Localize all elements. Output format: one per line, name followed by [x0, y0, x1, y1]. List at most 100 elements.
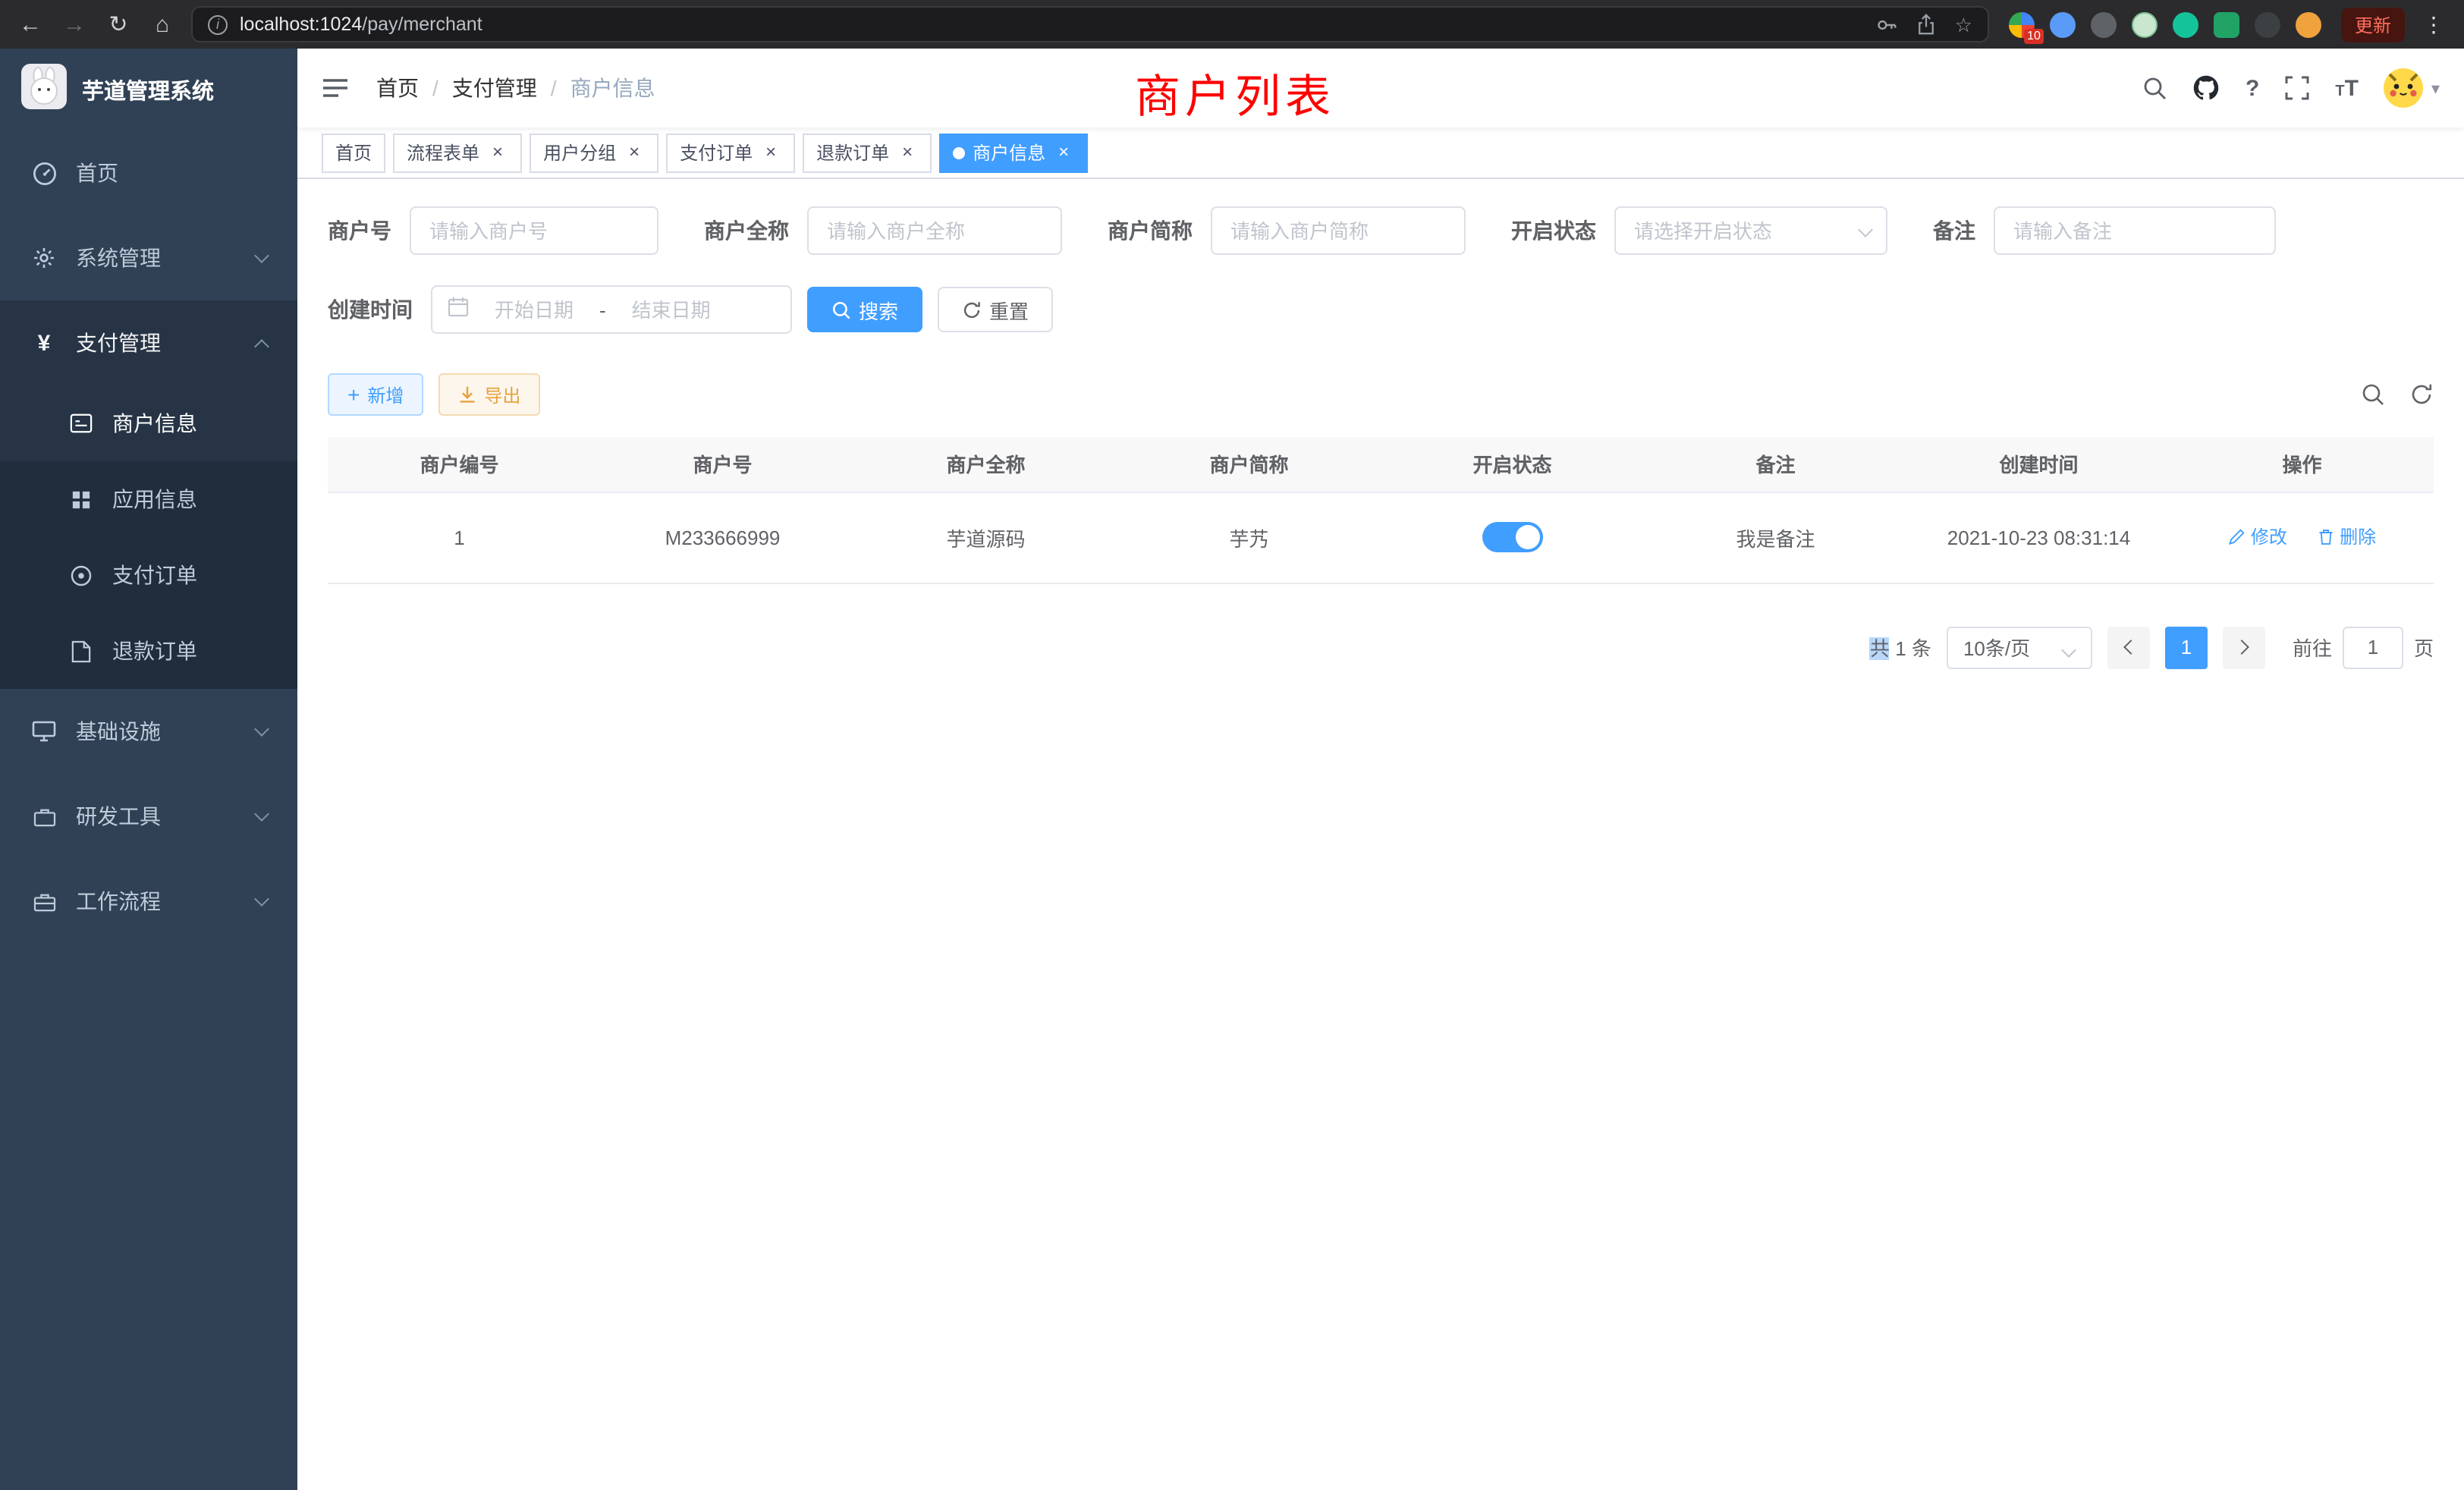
reset-button[interactable]: 重置: [938, 287, 1053, 332]
close-icon[interactable]: ×: [1053, 142, 1074, 163]
status-select[interactable]: [1614, 206, 1887, 255]
forward-icon[interactable]: →: [59, 13, 90, 36]
user-avatar[interactable]: ▾: [2384, 68, 2440, 108]
font-size-icon[interactable]: TT: [2335, 77, 2359, 99]
sidebar-item-label: 系统管理: [76, 243, 161, 273]
cell-actions: 修改 删除: [2170, 492, 2434, 583]
share-icon[interactable]: [1917, 14, 1937, 35]
help-icon[interactable]: ?: [2246, 75, 2259, 101]
extension-avatar-icon[interactable]: [2132, 11, 2158, 37]
filter-create-time: 创建时间 -: [328, 285, 792, 334]
password-key-icon[interactable]: [1876, 13, 1899, 36]
table-header-row: 商户编号 商户号 商户全称 商户简称 开启状态 备注 创建时间 操作: [328, 437, 2434, 492]
merchant-name-input[interactable]: [807, 206, 1062, 255]
close-icon[interactable]: ×: [760, 142, 781, 163]
cell-status: [1381, 492, 1644, 583]
cell-remark: 我是备注: [1644, 492, 1907, 583]
address-bar[interactable]: i localhost:1024/pay/merchant ☆: [191, 6, 1989, 42]
status-switch[interactable]: [1482, 522, 1543, 552]
calendar-icon: [448, 295, 469, 324]
goto-page-input[interactable]: [2343, 626, 2403, 668]
circle-dot-icon: [67, 564, 94, 586]
navbar: 首页 / 支付管理 / 商户信息 商户列表 ?: [297, 49, 2464, 127]
extension-blue-icon[interactable]: [2050, 11, 2076, 37]
breadcrumb-separator: /: [551, 76, 557, 100]
merchant-no-input[interactable]: [410, 206, 658, 255]
github-icon[interactable]: [2192, 74, 2220, 102]
delete-link[interactable]: 删除: [2317, 524, 2376, 550]
edit-link[interactable]: 修改: [2228, 524, 2287, 550]
bookmark-star-icon[interactable]: ☆: [1955, 14, 1972, 34]
gear-icon: [30, 246, 58, 270]
tab-user-group[interactable]: 用户分组 ×: [530, 133, 658, 172]
sidebar-item-label: 支付订单: [112, 560, 197, 590]
search-icon[interactable]: [2142, 76, 2167, 100]
page-unit-label: 页: [2414, 633, 2434, 662]
toggle-search-icon[interactable]: [2361, 382, 2385, 407]
sidebar-item-workflow[interactable]: 工作流程: [0, 859, 297, 944]
remark-input[interactable]: [1994, 206, 2276, 255]
extension-gray-icon[interactable]: [2091, 11, 2117, 37]
end-date-input[interactable]: [615, 298, 728, 321]
column-header: 开启状态: [1381, 437, 1644, 492]
home-icon[interactable]: ⌂: [147, 13, 178, 36]
tab-pay-order[interactable]: 支付订单 ×: [666, 133, 795, 172]
add-button[interactable]: + 新增: [328, 373, 423, 416]
browser-menu-icon[interactable]: ⋮: [2418, 11, 2449, 37]
extension-notes-icon[interactable]: [2214, 11, 2239, 37]
date-range-picker[interactable]: -: [431, 285, 792, 334]
close-icon[interactable]: ×: [624, 142, 645, 163]
close-icon[interactable]: ×: [487, 142, 508, 163]
sidebar-item-refund-order[interactable]: 退款订单: [0, 613, 297, 689]
breadcrumb-item[interactable]: 首页: [376, 73, 419, 103]
breadcrumb-item[interactable]: 支付管理: [452, 73, 537, 103]
sidebar: 芋道管理系统 首页 系统管理 ¥ 支付管理: [0, 49, 297, 1490]
sidebar-item-home[interactable]: 首页: [0, 130, 297, 215]
sidebar-item-devtools[interactable]: 研发工具: [0, 774, 297, 859]
dashboard-icon: [30, 160, 58, 186]
sidebar-item-pay-order[interactable]: 支付订单: [0, 537, 297, 613]
tab-refund-order[interactable]: 退款订单 ×: [803, 133, 932, 172]
page-size-select[interactable]: 10条/页: [1947, 626, 2092, 668]
tab-home[interactable]: 首页: [322, 133, 385, 172]
next-page-button[interactable]: [2223, 626, 2265, 668]
tab-process-form[interactable]: 流程表单 ×: [393, 133, 522, 172]
short-name-input[interactable]: [1211, 206, 1466, 255]
monitor-icon: [30, 721, 58, 742]
back-icon[interactable]: ←: [15, 13, 46, 36]
browser-update-button[interactable]: 更新: [2341, 7, 2405, 42]
app-logo[interactable]: 芋道管理系统: [0, 49, 297, 130]
sidebar-item-payment[interactable]: ¥ 支付管理: [0, 300, 297, 385]
status-select-input[interactable]: [1614, 206, 1887, 255]
sidebar-item-app-info[interactable]: 应用信息: [0, 461, 297, 537]
refresh-icon[interactable]: [2409, 382, 2434, 407]
extension-colorful-icon[interactable]: 10: [2009, 11, 2035, 37]
chevron-down-icon: [2061, 642, 2076, 657]
column-header: 操作: [2170, 437, 2434, 492]
site-info-icon[interactable]: i: [208, 14, 228, 34]
fullscreen-icon[interactable]: [2285, 76, 2309, 100]
filter-status: 开启状态: [1511, 206, 1887, 255]
payment-submenu: 商户信息 应用信息 支付订单: [0, 385, 297, 689]
reload-icon[interactable]: ↻: [103, 13, 134, 36]
navbar-actions: ? TT ▾: [2142, 68, 2440, 108]
page-number-button[interactable]: 1: [2165, 626, 2208, 668]
start-date-input[interactable]: [478, 298, 590, 321]
hamburger-icon[interactable]: [322, 77, 349, 99]
tab-merchant-info[interactable]: 商户信息 ×: [939, 133, 1088, 172]
close-icon[interactable]: ×: [897, 142, 918, 163]
sidebar-item-merchant-info[interactable]: 商户信息: [0, 385, 297, 461]
export-button[interactable]: 导出: [438, 373, 540, 416]
chevron-down-icon: [254, 891, 269, 907]
search-button[interactable]: 搜索: [807, 287, 922, 332]
extension-dark-icon[interactable]: [2255, 11, 2280, 37]
column-header: 备注: [1644, 437, 1907, 492]
field-label: 商户全称: [704, 215, 789, 246]
sidebar-item-infra[interactable]: 基础设施: [0, 689, 297, 774]
extension-orange-icon[interactable]: [2296, 11, 2321, 37]
sidebar-item-label: 首页: [76, 158, 118, 188]
filter-short-name: 商户简称: [1108, 206, 1466, 255]
extension-green-check-icon[interactable]: [2173, 11, 2198, 37]
sidebar-item-system[interactable]: 系统管理: [0, 215, 297, 300]
prev-page-button[interactable]: [2107, 626, 2150, 668]
